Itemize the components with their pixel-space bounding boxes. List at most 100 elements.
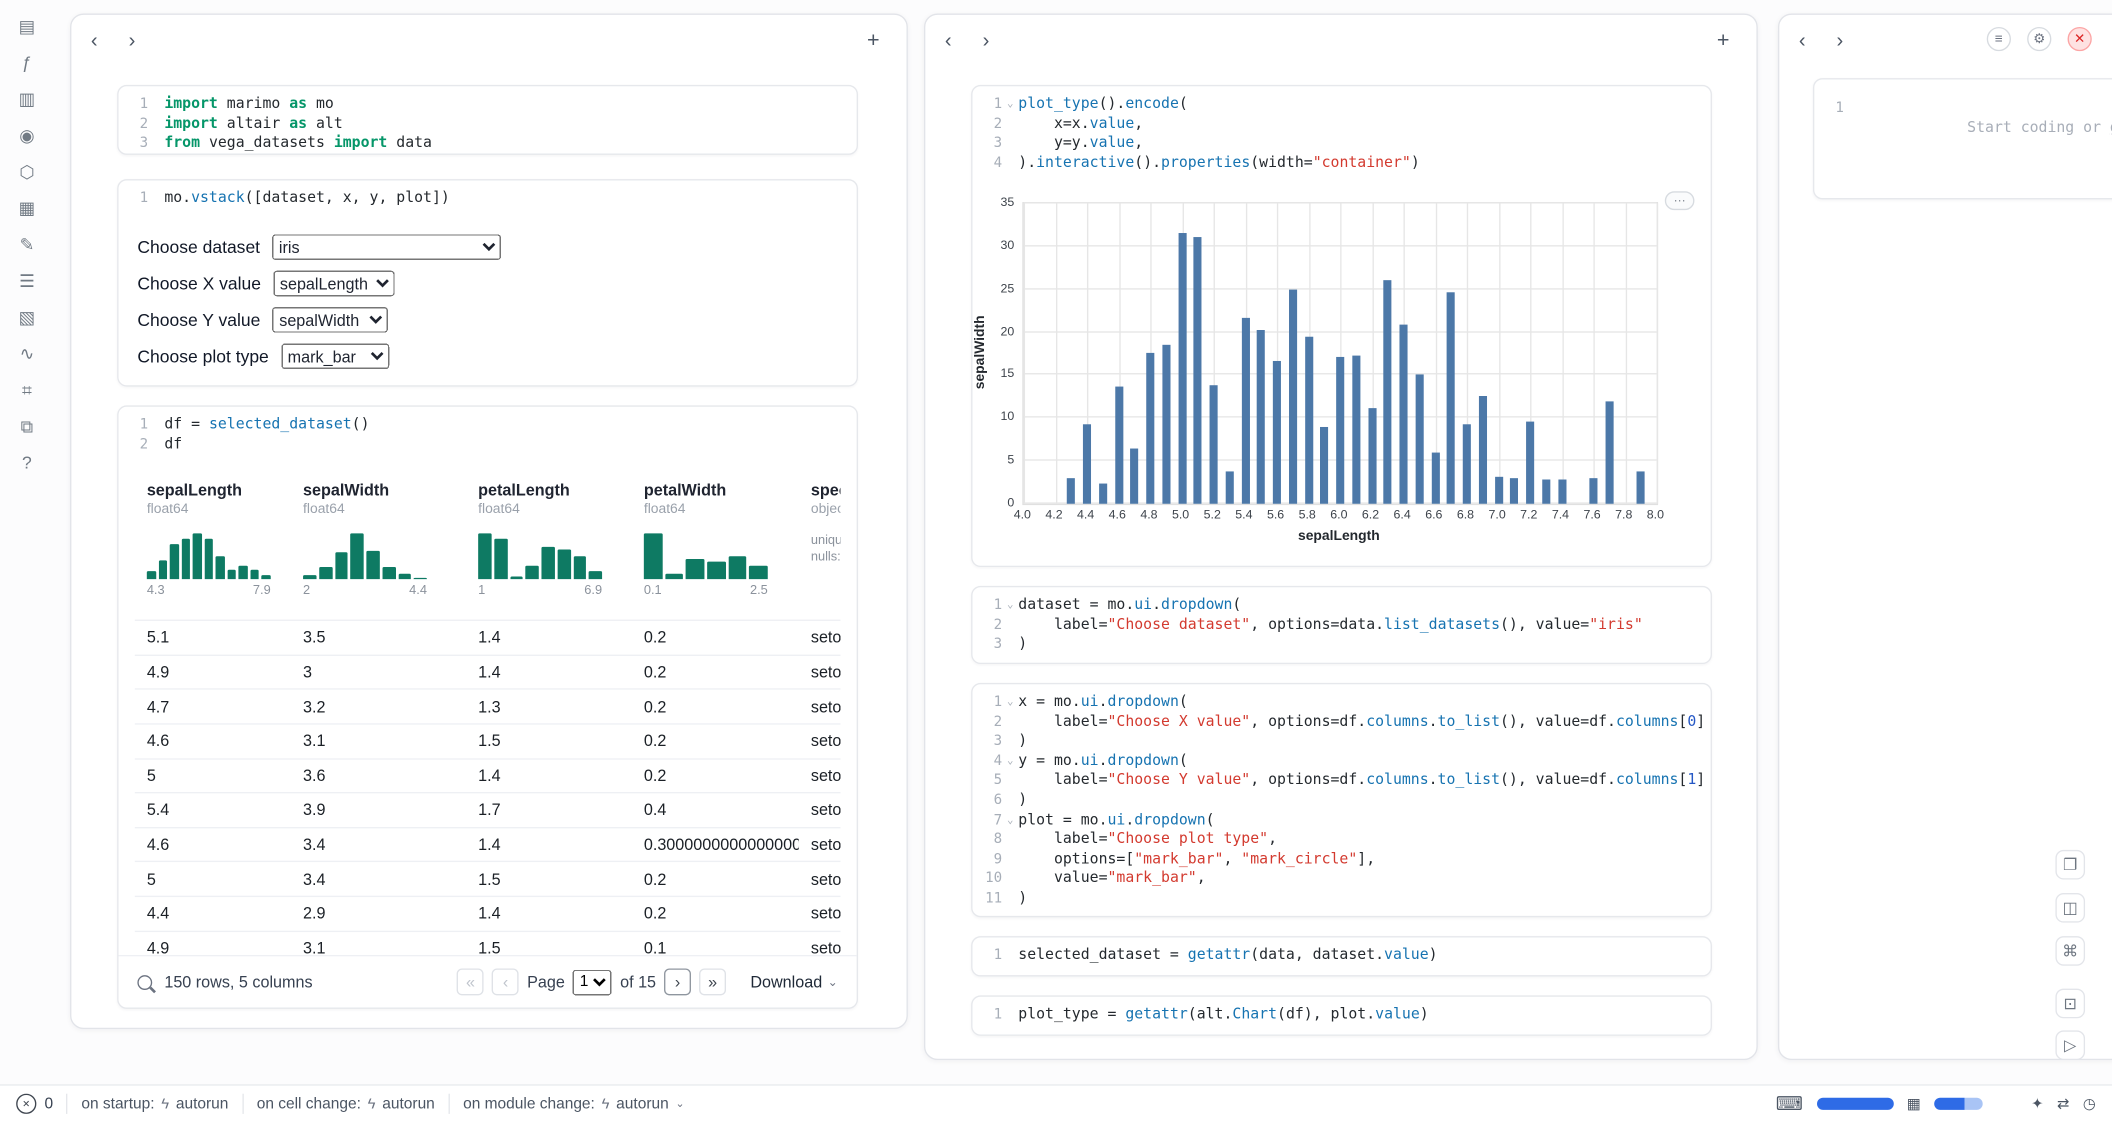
functions-icon[interactable]: ƒ xyxy=(16,53,38,75)
table-cell: 0.2 xyxy=(632,663,799,682)
shutdown-button[interactable]: ✕ xyxy=(2068,27,2092,51)
settings-button[interactable]: ⚙ xyxy=(2027,27,2051,51)
last-page-button[interactable]: » xyxy=(699,968,726,995)
column-header-petalWidth[interactable]: petalWidthfloat640.12.5 xyxy=(632,481,799,620)
column-dtype: float64 xyxy=(303,503,458,521)
cell-imports[interactable]: 1import marimo as mo2import altair as al… xyxy=(117,85,858,155)
minimap-slider[interactable] xyxy=(1816,1098,1893,1110)
column-prev-button[interactable]: ‹ xyxy=(937,31,959,53)
column-header-sepalLength[interactable]: sepalLengthfloat644.37.9 xyxy=(135,481,291,620)
fold-icon[interactable]: ⌄ xyxy=(1002,94,1018,114)
file-explorer-icon[interactable]: ▤ xyxy=(16,16,38,38)
table-row[interactable]: 5.43.91.70.4setosa xyxy=(135,792,841,826)
notebook-menu-button[interactable]: ≡ xyxy=(1987,27,2011,51)
run-all-button[interactable]: ▷ xyxy=(2055,1030,2085,1060)
fold-icon[interactable]: ⌄ xyxy=(1002,595,1018,615)
code-editor[interactable]: 1⌄dataset = mo.ui.dropdown(2 label="Choo… xyxy=(972,587,1710,659)
cell-selected-dataset[interactable]: 1selected_dataset = getattr(data, datase… xyxy=(971,936,1712,976)
add-cell-top-button[interactable]: + xyxy=(1709,30,1738,54)
code-editor[interactable]: 1import marimo as mo2import altair as al… xyxy=(119,86,857,155)
y-select[interactable]: sepalWidth xyxy=(273,307,389,333)
runtime-config-1[interactable]: on startup:ϟautorun xyxy=(81,1096,228,1112)
tracing-icon[interactable]: ∿ xyxy=(16,343,38,365)
column-prev-button[interactable]: ‹ xyxy=(84,31,106,53)
add-cell-top-button[interactable]: + xyxy=(859,30,888,54)
cell-empty[interactable]: 1 Start coding or generate with AI xyxy=(1813,78,2112,199)
ai-assistant-icon[interactable]: ✦ xyxy=(2031,1095,2043,1113)
errors-icon[interactable]: ✕ xyxy=(16,1094,36,1114)
cell-dataset-dropdown[interactable]: 1⌄dataset = mo.ui.dropdown(2 label="Choo… xyxy=(971,586,1712,664)
code-text: plot_type().encode( xyxy=(1018,94,1188,114)
code-text: label="Choose X value", options=df.colum… xyxy=(1018,712,1705,732)
line-number: 6 xyxy=(981,791,1003,811)
keyboard-shortcuts-icon[interactable]: ⌨ xyxy=(1776,1092,1803,1115)
panel-layout-button[interactable]: ◫ xyxy=(2055,893,2085,923)
dataset-select[interactable]: iris xyxy=(272,234,501,260)
save-button[interactable]: ❐ xyxy=(2055,850,2085,880)
table-row[interactable]: 5.13.51.40.2setosa xyxy=(135,620,841,654)
column-prev-button[interactable]: ‹ xyxy=(1791,31,1813,53)
chart-plot[interactable] xyxy=(1022,202,1658,505)
cell-plot-type[interactable]: 1plot_type = getattr(alt.Chart(df), plot… xyxy=(971,995,1712,1035)
command-palette-button[interactable]: ⌘ xyxy=(2055,936,2085,966)
datasets-icon[interactable]: ▥ xyxy=(16,89,38,111)
x-select[interactable]: sepalLength xyxy=(273,271,394,297)
code-editor[interactable]: 1⌄plot_type().encode(2 x=x.value,3 y=y.v… xyxy=(972,86,1710,178)
column-header-petalLength[interactable]: petalLengthfloat6416.9 xyxy=(466,481,632,620)
chart-menu-button[interactable]: ⋯ xyxy=(1665,191,1695,210)
table-row[interactable]: 4.63.11.50.2setosa xyxy=(135,723,841,757)
code-editor[interactable]: 1mo.vstack([dataset, x, y, plot]) xyxy=(119,180,857,213)
swap-icon[interactable]: ⇄ xyxy=(2057,1095,2069,1113)
logs-icon[interactable]: ▦ xyxy=(16,198,38,220)
dependency-graph-icon[interactable]: ◉ xyxy=(16,125,38,147)
prev-page-button[interactable]: ‹ xyxy=(492,968,519,995)
documentation-icon[interactable]: ▧ xyxy=(16,307,38,329)
column-next-button[interactable]: › xyxy=(121,31,143,53)
cell-vstack[interactable]: 1mo.vstack([dataset, x, y, plot]) Choose… xyxy=(117,179,858,386)
progress-slider[interactable] xyxy=(1934,1098,1982,1110)
line-number: 1 xyxy=(127,94,149,114)
table-row[interactable]: 53.41.50.2setosa xyxy=(135,861,841,895)
y-select-label: Choose Y value xyxy=(137,310,260,330)
runtime-config-2[interactable]: on cell change:ϟautorun xyxy=(257,1096,435,1112)
column-next-button[interactable]: › xyxy=(975,31,997,53)
first-page-button[interactable]: « xyxy=(457,968,484,995)
column-header-sepalWidth[interactable]: sepalWidthfloat6424.4 xyxy=(291,481,466,620)
next-page-button[interactable]: › xyxy=(664,968,691,995)
code-editor[interactable]: 1df = selected_dataset()2df xyxy=(119,407,857,460)
column-header-species[interactable]: speciesobjectuniquenulls: xyxy=(799,481,841,620)
scratchpad-icon[interactable]: ✎ xyxy=(16,234,38,256)
outline-icon[interactable]: ☰ xyxy=(16,271,38,293)
cell-dataframe[interactable]: 1df = selected_dataset()2df sepalLengthf… xyxy=(117,405,858,1008)
fold-icon[interactable]: ⌄ xyxy=(1002,692,1018,712)
cell-plot[interactable]: 1⌄plot_type().encode(2 x=x.value,3 y=y.v… xyxy=(971,85,1712,567)
table-row[interactable]: 4.42.91.40.2setosa xyxy=(135,896,841,930)
page-select[interactable]: 1 xyxy=(573,969,612,995)
snippets-icon[interactable]: ⧉ xyxy=(16,416,38,438)
bar-chart[interactable]: sepalWidth 05101520253035 4.04.24.44.64.… xyxy=(972,175,1710,560)
fold-icon[interactable]: ⌄ xyxy=(1002,810,1018,830)
help-icon[interactable]: ? xyxy=(16,453,38,475)
column-next-button[interactable]: › xyxy=(1829,31,1851,53)
fold-icon[interactable]: ⌄ xyxy=(1002,751,1018,771)
terminal-icon[interactable]: ⌗ xyxy=(16,380,38,402)
table-row[interactable]: 53.61.40.2setosa xyxy=(135,758,841,792)
table-row[interactable]: 4.73.21.30.2setosa xyxy=(135,689,841,723)
cell-xy-plot-dropdowns[interactable]: 1⌄x = mo.ui.dropdown(2 label="Choose X v… xyxy=(971,683,1712,917)
plot-type-select[interactable]: mark_bar xyxy=(281,344,389,370)
code-editor[interactable]: 1⌄x = mo.ui.dropdown(2 label="Choose X v… xyxy=(972,684,1710,914)
download-button[interactable]: Download ⌄ xyxy=(750,972,837,991)
code-editor[interactable]: 1plot_type = getattr(alt.Chart(df), plot… xyxy=(972,997,1710,1030)
packages-icon[interactable]: ⬡ xyxy=(16,162,38,184)
table-row[interactable]: 4.63.41.40.30000000000000004setosa xyxy=(135,827,841,861)
add-cell-button[interactable]: ⊡ xyxy=(2055,989,2085,1019)
table-search-icon[interactable] xyxy=(137,975,152,990)
fold-gutter xyxy=(1002,869,1018,889)
table-row[interactable]: 4.931.40.2setosa xyxy=(135,654,841,688)
runtime-config-3[interactable]: on module change:ϟautorun⌄ xyxy=(463,1096,684,1112)
code-line: 3) xyxy=(981,635,1700,655)
code-editor[interactable]: 1 Start coding or generate with AI xyxy=(1814,79,2112,162)
history-icon[interactable]: ◷ xyxy=(2083,1095,2096,1113)
grid-view-icon[interactable]: ▦ xyxy=(1907,1095,1921,1113)
code-editor[interactable]: 1selected_dataset = getattr(data, datase… xyxy=(972,937,1710,970)
